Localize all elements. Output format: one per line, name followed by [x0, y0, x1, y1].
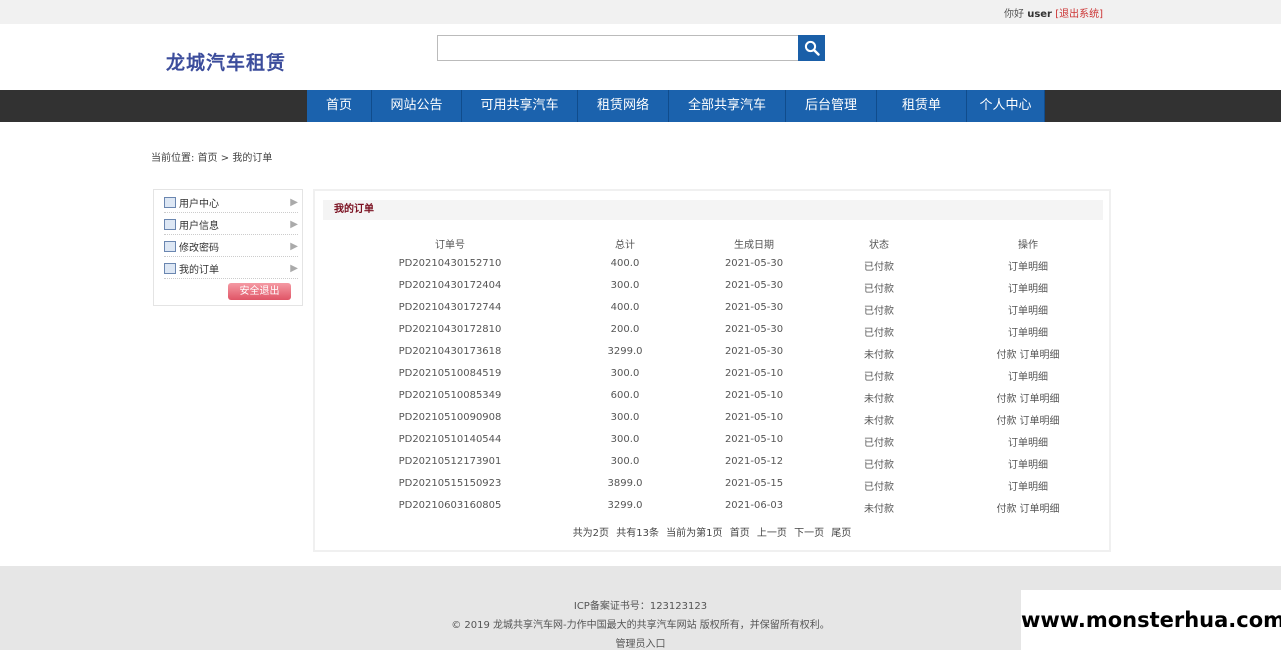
order-actions-cell: 订单明细 [928, 478, 1128, 493]
order-id-cell: PD20210512173901 [398, 456, 502, 467]
nav-rental-orders[interactable]: 租赁单 [877, 90, 967, 122]
order-actions-cell: 订单明细 [928, 456, 1128, 471]
document-icon [164, 240, 176, 252]
orders-panel: 我的订单 订单号 总计 生成日期 状态 操作 PD20210430152710 400.0 2… [313, 189, 1111, 552]
pager-total-items: 共有13条 [616, 528, 659, 539]
order-id-cell: PD20210510085349 [398, 390, 502, 401]
order-actions-cell: 订单明细 [928, 434, 1128, 449]
search-button[interactable] [798, 35, 825, 61]
breadcrumb-prefix: 当前位置: [151, 153, 195, 164]
pager-next-link[interactable]: 下一页 [794, 528, 824, 539]
order-id-cell: PD20210430172744 [398, 302, 502, 313]
chevron-right-icon: ▶ [290, 196, 298, 208]
watermark: www.monsterhua.com [1021, 590, 1281, 650]
nav-available-cars[interactable]: 可用共享汽车 [462, 90, 578, 122]
breadcrumb-home[interactable]: 首页 [198, 153, 218, 164]
nav-admin[interactable]: 后台管理 [786, 90, 877, 122]
order-actions-cell: 付款 订单明细 [928, 500, 1128, 515]
nav-home[interactable]: 首页 [307, 90, 372, 122]
header: 龙城汽车租赁 [0, 24, 1281, 90]
site-logo[interactable]: 龙城汽车租赁 [166, 48, 286, 75]
order-actions-cell: 订单明细 [928, 324, 1128, 339]
search-input[interactable] [437, 35, 799, 61]
breadcrumb-current: 我的订单 [232, 153, 273, 164]
order-id-cell: PD20210515150923 [398, 478, 502, 489]
order-detail-link[interactable]: 订单明细 [1008, 482, 1048, 493]
order-id-cell: PD20210510084519 [398, 368, 502, 379]
order-id-cell: PD20210510140544 [398, 434, 502, 445]
pager-current-page: 当前为第1页 [666, 528, 723, 539]
order-detail-link[interactable]: 订单明细 [1020, 350, 1060, 361]
order-id-cell: PD20210603160805 [398, 500, 502, 511]
order-id-cell: PD20210510090908 [398, 412, 502, 423]
sidebar: 用户中心 ▶ 用户信息 ▶ 修改密码 ▶ 我的订单 ▶ 安全退出 [153, 189, 303, 306]
nav-items: 首页 网站公告 可用共享汽车 租赁网络 全部共享汽车 后台管理 租赁单 个人中心 [307, 90, 1045, 122]
sidebar-item-my-orders[interactable]: 我的订单 ▶ [164, 258, 298, 279]
order-actions-cell: 付款 订单明细 [928, 390, 1128, 405]
user-card-icon [164, 196, 176, 208]
pay-link[interactable]: 付款 [997, 504, 1017, 515]
order-detail-link[interactable]: 订单明细 [1008, 372, 1048, 383]
order-actions-cell: 付款 订单明细 [928, 346, 1128, 361]
sidebar-item-label: 修改密码 [179, 242, 219, 254]
order-id-cell: PD20210430172404 [398, 280, 502, 291]
sidebar-item-label: 我的订单 [179, 264, 219, 276]
order-actions-cell: 订单明细 [928, 302, 1128, 317]
nav-personal-center[interactable]: 个人中心 [967, 90, 1045, 122]
col-header-order-id: 订单号 [435, 240, 465, 251]
user-greeting: 你好 user [退出系统] [1004, 5, 1103, 20]
order-actions-cell: 订单明细 [928, 280, 1128, 295]
breadcrumb-separator: > [220, 153, 230, 164]
nav-announcements[interactable]: 网站公告 [372, 90, 462, 122]
pagination: 共为2页 共有13条 当前为第1页 首页 上一页 下一页 尾页 [315, 524, 1109, 539]
pay-link[interactable]: 付款 [997, 416, 1017, 427]
document-icon [164, 262, 176, 274]
pay-link[interactable]: 付款 [997, 394, 1017, 405]
pager-last-link[interactable]: 尾页 [831, 528, 851, 539]
pager-total-pages: 共为2页 [572, 528, 610, 539]
sidebar-item-change-password[interactable]: 修改密码 ▶ [164, 236, 298, 257]
main-nav: 首页 网站公告 可用共享汽车 租赁网络 全部共享汽车 后台管理 租赁单 个人中心 [0, 90, 1281, 122]
pay-link[interactable]: 付款 [997, 350, 1017, 361]
nav-rental-network[interactable]: 租赁网络 [578, 90, 669, 122]
chevron-right-icon: ▶ [290, 262, 298, 274]
order-detail-link[interactable]: 订单明细 [1008, 438, 1048, 449]
order-id-cell: PD20210430152710 [398, 258, 502, 269]
chevron-right-icon: ▶ [290, 218, 298, 230]
sidebar-item-label: 用户信息 [179, 220, 219, 232]
sidebar-item-user-info[interactable]: 用户信息 ▶ [164, 214, 298, 235]
username: user [1027, 9, 1052, 20]
panel-title: 我的订单 [323, 200, 1103, 220]
safe-exit-button[interactable]: 安全退出 [228, 283, 291, 300]
top-bar: 你好 user [退出系统] [0, 0, 1281, 24]
order-detail-link[interactable]: 订单明细 [1008, 328, 1048, 339]
sidebar-item-label: 用户中心 [179, 198, 219, 210]
order-actions-cell: 订单明细 [928, 368, 1128, 383]
breadcrumb: 当前位置: 首页 > 我的订单 [151, 149, 272, 164]
order-actions-cell: 付款 订单明细 [928, 412, 1128, 427]
search-icon [804, 40, 820, 56]
nav-all-cars[interactable]: 全部共享汽车 [669, 90, 786, 122]
pager-prev-link[interactable]: 上一页 [757, 528, 787, 539]
order-id-cell: PD20210430172810 [398, 324, 502, 335]
chevron-right-icon: ▶ [290, 240, 298, 252]
sidebar-item-user-center[interactable]: 用户中心 ▶ [164, 192, 298, 213]
order-detail-link[interactable]: 订单明细 [1008, 306, 1048, 317]
col-header-actions: 操作 [1018, 240, 1038, 251]
order-detail-link[interactable]: 订单明细 [1020, 504, 1060, 515]
order-detail-link[interactable]: 订单明细 [1008, 460, 1048, 471]
order-detail-link[interactable]: 订单明细 [1020, 394, 1060, 405]
order-detail-link[interactable]: 订单明细 [1020, 416, 1060, 427]
order-detail-link[interactable]: 订单明细 [1008, 284, 1048, 295]
user-card-icon [164, 218, 176, 230]
greeting-text: 你好 [1004, 9, 1025, 20]
order-detail-link[interactable]: 订单明细 [1008, 262, 1048, 273]
logout-link[interactable]: [退出系统] [1055, 9, 1103, 20]
order-actions-cell: 订单明细 [928, 258, 1128, 273]
order-id-cell: PD20210430173618 [398, 346, 502, 357]
pager-first-link[interactable]: 首页 [730, 528, 750, 539]
